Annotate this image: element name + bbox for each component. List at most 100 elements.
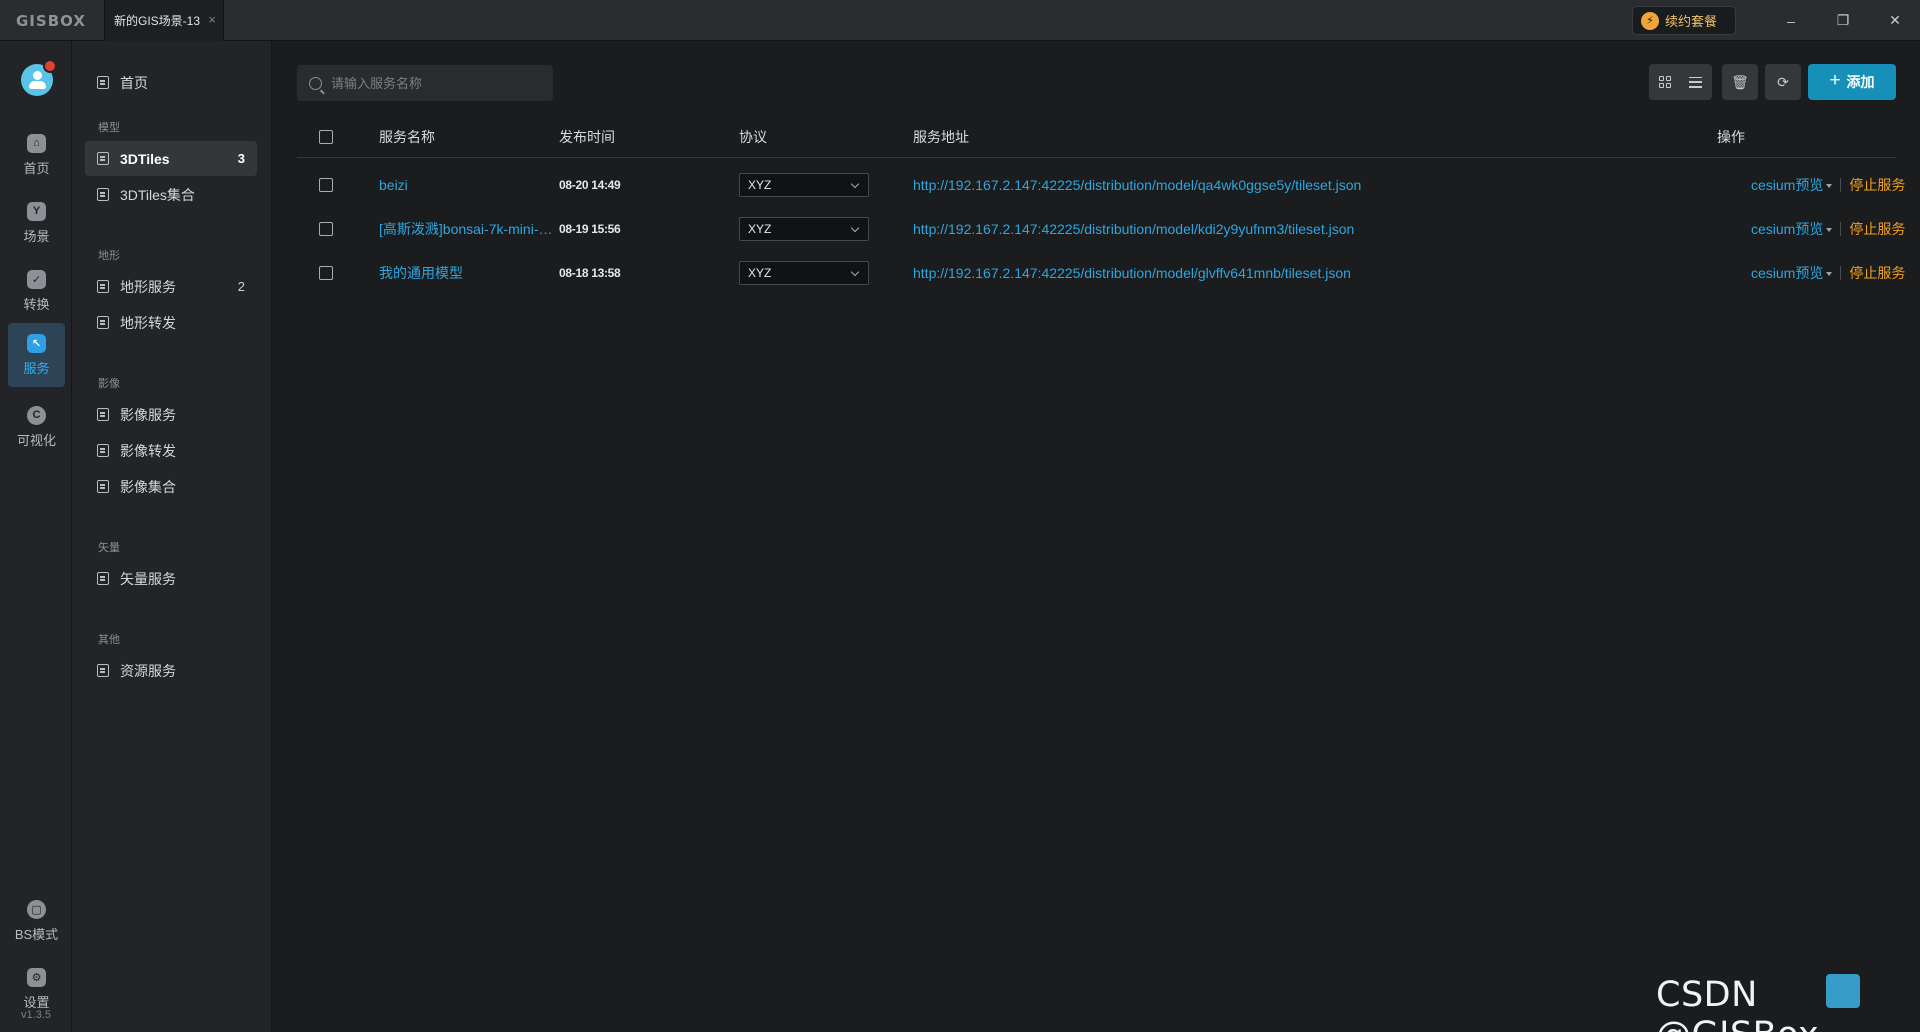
rail-item-bs-mode[interactable]: ▢ BS模式 xyxy=(8,889,65,953)
service-icon: ↖ xyxy=(27,333,46,353)
nav-item-home[interactable]: 首页 xyxy=(85,65,257,100)
side-nav: 首页 模型 3DTiles 3 3DTiles集合 地形 地形服务 2 地形转发… xyxy=(72,41,272,1032)
refresh-button[interactable]: ⟳ xyxy=(1765,64,1801,100)
divider xyxy=(1840,266,1842,280)
nav-item-label: 影像服务 xyxy=(120,406,176,423)
scene-icon: Y xyxy=(27,201,46,221)
rail-item-visualize[interactable]: C 可视化 xyxy=(8,395,65,459)
publish-time: 08-19 15:56 xyxy=(559,222,621,236)
vector-icon xyxy=(97,572,109,585)
rail-item-label: BS模式 xyxy=(14,926,59,942)
nav-group-title: 影像 xyxy=(98,378,120,390)
nav-item-imagery-service[interactable]: 影像服务 xyxy=(85,397,257,432)
service-url-link[interactable]: http://192.167.2.147:42225/distribution/… xyxy=(913,177,1361,193)
stop-service-button[interactable]: 停止服务 xyxy=(1849,219,1905,239)
renew-plan-button[interactable]: ⚡ 续约套餐 xyxy=(1632,6,1736,35)
nav-item-label: 地形服务 xyxy=(120,278,176,295)
cesium-preview-label: cesium预览 xyxy=(1751,221,1824,237)
service-name-link[interactable]: beizi xyxy=(379,177,559,193)
stop-service-button[interactable]: 停止服务 xyxy=(1849,263,1905,283)
visualize-icon: C xyxy=(27,405,46,425)
nav-item-label: 影像集合 xyxy=(120,478,176,495)
version-label: v1.3.5 xyxy=(21,1009,51,1021)
table-row: beizi 08-20 14:49 XYZ http://192.167.2.1… xyxy=(297,163,1905,207)
nav-item-label: 矢量服务 xyxy=(120,570,176,587)
rail-item-label: 首页 xyxy=(23,160,50,176)
nav-group-title: 其他 xyxy=(98,634,120,646)
nav-item-terrain-service[interactable]: 地形服务 2 xyxy=(85,269,257,304)
nav-item-3dtiles[interactable]: 3DTiles 3 xyxy=(85,141,257,176)
home-icon: ⌂ xyxy=(27,133,46,153)
row-checkbox[interactable] xyxy=(319,222,333,236)
cesium-preview-button[interactable]: cesium预览 xyxy=(1751,263,1833,283)
stop-service-button[interactable]: 停止服务 xyxy=(1849,175,1905,195)
column-header-time: 发布时间 xyxy=(559,128,615,145)
lock-icon: ▢ xyxy=(27,899,46,919)
nav-item-imagery-collection[interactable]: 影像集合 xyxy=(85,469,257,504)
caret-down-icon xyxy=(1826,272,1833,277)
rail-item-label: 可视化 xyxy=(16,432,56,448)
publish-time: 08-18 13:58 xyxy=(559,266,621,280)
caret-down-icon xyxy=(1826,228,1833,233)
count-badge: 2 xyxy=(237,279,245,294)
grid-view-button[interactable] xyxy=(1649,64,1680,100)
service-name-link[interactable]: [高斯泼溅]bonsai-7k-mini-splat xyxy=(379,219,559,239)
rail-item-scene[interactable]: Y 场景 xyxy=(8,191,65,255)
cesium-preview-button[interactable]: cesium预览 xyxy=(1751,219,1833,239)
resource-icon xyxy=(97,664,109,677)
imagery-collection-icon xyxy=(97,480,109,493)
search-box[interactable] xyxy=(297,65,553,101)
row-checkbox[interactable] xyxy=(319,178,333,192)
search-input[interactable] xyxy=(331,75,541,91)
restore-button[interactable]: ❐ xyxy=(1820,0,1866,41)
rail-item-home[interactable]: ⌂ 首页 xyxy=(8,123,65,187)
row-checkbox[interactable] xyxy=(319,266,333,280)
terrain-icon xyxy=(97,280,109,293)
avatar-body xyxy=(29,81,46,89)
list-view-button[interactable] xyxy=(1680,64,1711,100)
plus-icon: + xyxy=(1829,70,1841,91)
service-name-link[interactable]: 我的通用模型 xyxy=(379,263,559,283)
column-header-name: 服务名称 xyxy=(379,128,435,145)
protocol-value: XYZ xyxy=(748,266,772,280)
avatar[interactable] xyxy=(21,59,57,96)
title-bar: GISBOX 新的GIS场景-13 × ⚡ 续约套餐 – ❐ ✕ xyxy=(0,0,1920,41)
nav-item-label: 资源服务 xyxy=(120,662,176,679)
cesium-preview-button[interactable]: cesium预览 xyxy=(1751,175,1833,195)
nav-group-title: 矢量 xyxy=(98,542,120,554)
service-url-link[interactable]: http://192.167.2.147:42225/distribution/… xyxy=(913,221,1354,237)
close-window-button[interactable]: ✕ xyxy=(1872,0,1918,41)
add-button-label: 添加 xyxy=(1846,74,1875,90)
add-button[interactable]: + 添加 xyxy=(1808,64,1896,100)
convert-icon: ✓ xyxy=(27,269,46,289)
delete-button[interactable]: 🗑 xyxy=(1722,64,1758,100)
nav-item-3dtiles-collection[interactable]: 3DTiles集合 xyxy=(85,177,257,212)
protocol-select[interactable]: XYZ xyxy=(739,173,869,197)
home-icon xyxy=(97,76,109,89)
protocol-select[interactable]: XYZ xyxy=(739,261,869,285)
notification-dot xyxy=(43,59,57,73)
nav-item-imagery-forward[interactable]: 影像转发 xyxy=(85,433,257,468)
table-header: 服务名称 发布时间 协议 服务地址 操作 xyxy=(297,116,1896,158)
rail-item-label: 服务 xyxy=(23,360,50,376)
search-icon xyxy=(309,76,322,90)
nav-item-label: 首页 xyxy=(120,74,148,91)
nav-item-resource-service[interactable]: 资源服务 xyxy=(85,653,257,688)
nav-item-terrain-forward[interactable]: 地形转发 xyxy=(85,305,257,340)
protocol-select[interactable]: XYZ xyxy=(739,217,869,241)
refresh-icon: ⟳ xyxy=(1777,73,1789,90)
cesium-preview-label: cesium预览 xyxy=(1751,265,1824,281)
select-all-checkbox[interactable] xyxy=(319,129,333,144)
chevron-down-icon xyxy=(850,267,860,277)
minimize-button[interactable]: – xyxy=(1768,0,1814,41)
nav-item-vector-service[interactable]: 矢量服务 xyxy=(85,561,257,596)
tab-close-icon[interactable]: × xyxy=(208,12,216,27)
table-row: [高斯泼溅]bonsai-7k-mini-splat 08-19 15:56 X… xyxy=(297,207,1905,251)
rail-item-service[interactable]: ↖ 服务 xyxy=(8,323,65,387)
document-tab[interactable]: 新的GIS场景-13 × xyxy=(104,0,224,41)
terrain-forward-icon xyxy=(97,316,109,329)
rail-item-label: 场景 xyxy=(23,228,50,244)
rail-item-convert[interactable]: ✓ 转换 xyxy=(8,259,65,323)
service-url-link[interactable]: http://192.167.2.147:42225/distribution/… xyxy=(913,265,1351,281)
rail-item-label: 转换 xyxy=(23,296,50,312)
